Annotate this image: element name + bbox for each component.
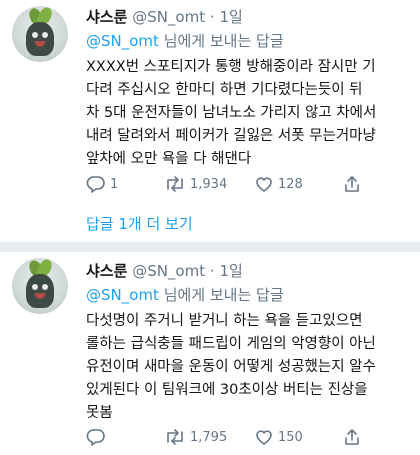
- tweet-divider: [0, 242, 420, 252]
- tweet-actions: 1 1,934 128: [86, 173, 406, 195]
- retweet-count: 1,934: [190, 176, 228, 192]
- retweet-button[interactable]: 1,795: [164, 426, 227, 448]
- separator-dot: ·: [209, 262, 215, 280]
- like-count: 150: [278, 429, 303, 445]
- tweet-text-line: 있게된다 이 팀워크에 30초이상 버티는 진상을: [86, 382, 368, 398]
- separator-dot: ·: [209, 8, 215, 26]
- reply-context-text: 님에게 보내는 답글: [163, 32, 284, 50]
- tweet-text-line: XXXX번 스포티지가 통행 방해중이라 잠시만 기: [86, 59, 376, 75]
- tweet-text: 다섯명이 주거니 받거니 하는 욕을 듣고있으면 롤하는 급식충들 패드립이 게…: [86, 310, 414, 425]
- heart-icon: [256, 430, 272, 445]
- display-name[interactable]: 샤스룬: [86, 262, 127, 280]
- tweet-text-line: 유전이며 새마을 운동이 어떻게 성공했는지 알수: [86, 359, 376, 375]
- timestamp[interactable]: 1일: [219, 8, 242, 26]
- tweet-text-line: 다섯명이 주거니 받거니 하는 욕을 듣고있으면: [86, 313, 363, 329]
- reply-context-text: 님에게 보내는 답글: [163, 286, 284, 304]
- tweet-actions: 1,795 150: [86, 426, 406, 448]
- user-handle[interactable]: @SN_omt: [132, 262, 205, 280]
- tweet-header: 샤스룬 @SN_omt · 1일: [86, 8, 243, 26]
- tweet-text-line: 차 5대 운전자들이 남녀노소 가리지 않고 차에서: [86, 105, 377, 121]
- reply-context: @SN_omt 님에게 보내는 답글: [86, 286, 284, 304]
- like-button[interactable]: 128: [254, 173, 303, 195]
- like-count: 128: [278, 176, 303, 192]
- like-button[interactable]: 150: [254, 426, 303, 448]
- reply-button[interactable]: 1: [86, 173, 118, 195]
- tweet-header: 샤스룬 @SN_omt · 1일: [86, 262, 243, 280]
- retweet-icon: [167, 176, 183, 192]
- tweet-text-line: 다려 주십시오 한마디 하면 기다렸다는듯이 뒤: [86, 82, 363, 98]
- reply-mention-link[interactable]: @SN_omt: [86, 32, 159, 50]
- share-button[interactable]: [342, 426, 362, 448]
- reply-icon: [86, 429, 105, 446]
- share-icon: [345, 176, 359, 192]
- heart-icon: [256, 177, 272, 192]
- tweet-2[interactable]: 샤스룬 @SN_omt · 1일 @SN_omt 님에게 보내는 답글 다섯명이…: [0, 252, 420, 455]
- reply-icon: [86, 176, 105, 193]
- retweet-icon: [167, 429, 183, 445]
- user-handle[interactable]: @SN_omt: [132, 8, 205, 26]
- share-icon: [345, 429, 359, 445]
- reply-context: @SN_omt 님에게 보내는 답글: [86, 32, 284, 50]
- share-button[interactable]: [342, 173, 362, 195]
- display-name[interactable]: 샤스룬: [86, 8, 127, 26]
- retweet-button[interactable]: 1,934: [164, 173, 227, 195]
- tweet-1[interactable]: 샤스룬 @SN_omt · 1일 @SN_omt 님에게 보내는 답글 XXXX…: [0, 0, 420, 240]
- avatar[interactable]: [12, 6, 68, 62]
- tweet-text-line: 내려 달려와서 페이커가 길잃은 서폿 무는거마냥: [86, 128, 376, 144]
- tweet-text-line: 못봄: [86, 405, 113, 421]
- tweet-text-line: 앞차에 오만 욕을 다 해댄다: [86, 151, 252, 167]
- reply-count: 1: [110, 176, 119, 192]
- reply-button[interactable]: [86, 426, 110, 448]
- show-more-replies-link[interactable]: 답글 1개 더 보기: [86, 215, 193, 233]
- timestamp[interactable]: 1일: [219, 262, 242, 280]
- reply-mention-link[interactable]: @SN_omt: [86, 286, 159, 304]
- tweet-text-line: 롤하는 급식충들 패드립이 게임의 악영향이 아닌: [86, 336, 376, 352]
- avatar[interactable]: [12, 258, 68, 314]
- tweet-text: XXXX번 스포티지가 통행 방해중이라 잠시만 기 다려 주십시오 한마디 하…: [86, 56, 414, 171]
- retweet-count: 1,795: [190, 429, 228, 445]
